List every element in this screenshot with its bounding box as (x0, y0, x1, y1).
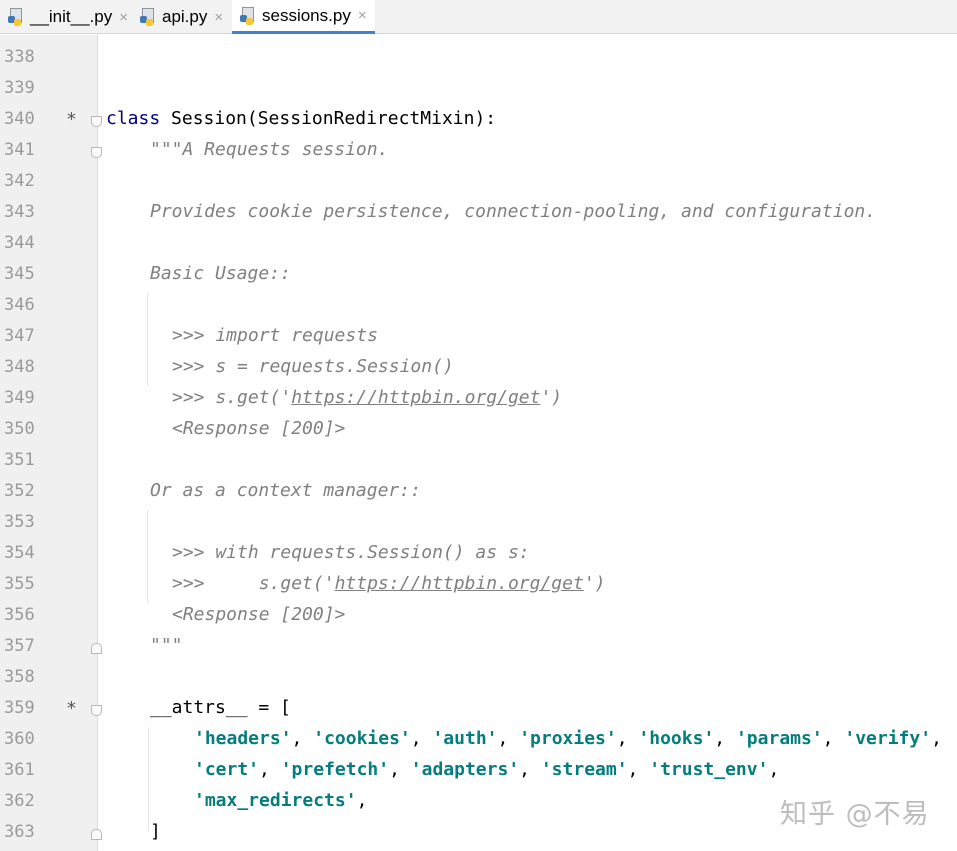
line-number: 341 (4, 140, 35, 160)
docstring-text: <Response [200]> (172, 418, 346, 439)
line-number: 339 (4, 78, 35, 98)
line-number: 350 (4, 419, 35, 439)
docstring-text: <Response [200]> (172, 604, 346, 625)
code-line: 356 <Response [200]> (0, 600, 957, 631)
code-line: 343 Provides cookie persistence, connect… (0, 197, 957, 228)
fold-end-icon[interactable] (91, 829, 102, 840)
line-number: 363 (4, 822, 35, 842)
code-line: 339 (0, 73, 957, 104)
line-number: 362 (4, 791, 35, 811)
docstring-text: """A Requests session. (150, 139, 389, 160)
line-number: 343 (4, 202, 35, 222)
override-marker-icon[interactable]: * (66, 109, 77, 131)
docstring-text: >>> s.get('https://httpbin.org/get') (172, 573, 606, 594)
line-number: 354 (4, 543, 35, 563)
close-icon[interactable]: × (214, 9, 223, 26)
code-text: 'headers', 'cookies', 'auth', 'proxies',… (194, 728, 942, 749)
code-line: 353 (0, 507, 957, 538)
line-number: 353 (4, 512, 35, 532)
python-file-icon (8, 7, 26, 27)
line-number: 358 (4, 667, 35, 687)
docstring-text: >>> with requests.Session() as s: (172, 542, 530, 563)
code-line: 345 Basic Usage:: (0, 259, 957, 290)
line-number: 359 (4, 698, 35, 718)
code-text: ] (150, 821, 161, 842)
code-text: __attrs__ = [ (150, 697, 291, 718)
code-line: 358 (0, 662, 957, 693)
line-number: 344 (4, 233, 35, 253)
line-number: 346 (4, 295, 35, 315)
code-text: 'cert', 'prefetch', 'adapters', 'stream'… (194, 759, 780, 780)
docstring-text: >>> s.get('https://httpbin.org/get') (172, 387, 563, 408)
docstring-text: Provides cookie persistence, connection-… (150, 201, 877, 222)
code-line: 338 (0, 42, 957, 73)
python-file-icon (140, 7, 158, 27)
code-line: 361 'cert', 'prefetch', 'adapters', 'str… (0, 755, 957, 786)
tab-label: sessions.py (262, 5, 351, 25)
line-number: 352 (4, 481, 35, 501)
fold-collapse-icon[interactable] (91, 116, 102, 127)
tab-api-py[interactable]: api.py × (140, 0, 223, 34)
code-text: class Session(SessionRedirectMixin): (106, 108, 497, 129)
code-line: 346 (0, 290, 957, 321)
code-line: 360 'headers', 'cookies', 'auth', 'proxi… (0, 724, 957, 755)
close-icon[interactable]: × (358, 7, 367, 24)
line-number: 361 (4, 760, 35, 780)
fold-collapse-icon[interactable] (91, 705, 102, 716)
code-line: 342 (0, 166, 957, 197)
line-number: 348 (4, 357, 35, 377)
line-number: 355 (4, 574, 35, 594)
docstring-url-link[interactable]: https://httpbin.org/get (335, 573, 584, 594)
code-line: 344 (0, 228, 957, 259)
python-file-icon (240, 6, 258, 26)
fold-end-icon[interactable] (91, 643, 102, 654)
code-line: 348 >>> s = requests.Session() (0, 352, 957, 383)
line-number: 338 (4, 47, 35, 67)
code-editor[interactable]: 338 339 340 * class Session(SessionRedir… (0, 35, 957, 851)
docstring-text: >>> s = requests.Session() (172, 356, 454, 377)
code-line: 350 <Response [200]> (0, 414, 957, 445)
line-number: 360 (4, 729, 35, 749)
docstring-text: >>> import requests (172, 325, 378, 346)
docstring-text: Or as a context manager:: (150, 480, 421, 501)
docstring-text: Basic Usage:: (150, 263, 291, 284)
code-line: 357 """ (0, 631, 957, 662)
line-number: 349 (4, 388, 35, 408)
code-line: 352 Or as a context manager:: (0, 476, 957, 507)
code-line: 349 >>> s.get('https://httpbin.org/get') (0, 383, 957, 414)
line-number: 347 (4, 326, 35, 346)
watermark: 知乎 @不易 (780, 799, 930, 830)
tab-label: __init__.py (30, 7, 113, 26)
tab-sessions-py[interactable]: sessions.py × (232, 0, 375, 34)
line-number: 342 (4, 171, 35, 191)
code-line: 347 >>> import requests (0, 321, 957, 352)
line-number: 357 (4, 636, 35, 656)
code-line: 340 * class Session(SessionRedirectMixin… (0, 104, 957, 135)
line-number: 345 (4, 264, 35, 284)
tab-init-py[interactable]: __init__.py × (8, 0, 128, 34)
close-icon[interactable]: × (119, 9, 128, 26)
code-line: 351 (0, 445, 957, 476)
docstring-text: """ (150, 635, 183, 656)
code-line: 359 * __attrs__ = [ (0, 693, 957, 724)
line-number: 356 (4, 605, 35, 625)
code-text: 'max_redirects', (194, 790, 368, 811)
fold-collapse-icon[interactable] (91, 147, 102, 158)
docstring-url-link[interactable]: https://httpbin.org/get (291, 387, 540, 408)
line-number: 351 (4, 450, 35, 470)
code-line: 341 """A Requests session. (0, 135, 957, 166)
code-line: 355 >>> s.get('https://httpbin.org/get') (0, 569, 957, 600)
override-marker-icon[interactable]: * (66, 698, 77, 720)
code-line: 354 >>> with requests.Session() as s: (0, 538, 957, 569)
editor-tab-bar: __init__.py × api.py × sessions.py × (0, 0, 957, 34)
line-number: 340 (4, 109, 35, 129)
tab-label: api.py (162, 7, 208, 26)
